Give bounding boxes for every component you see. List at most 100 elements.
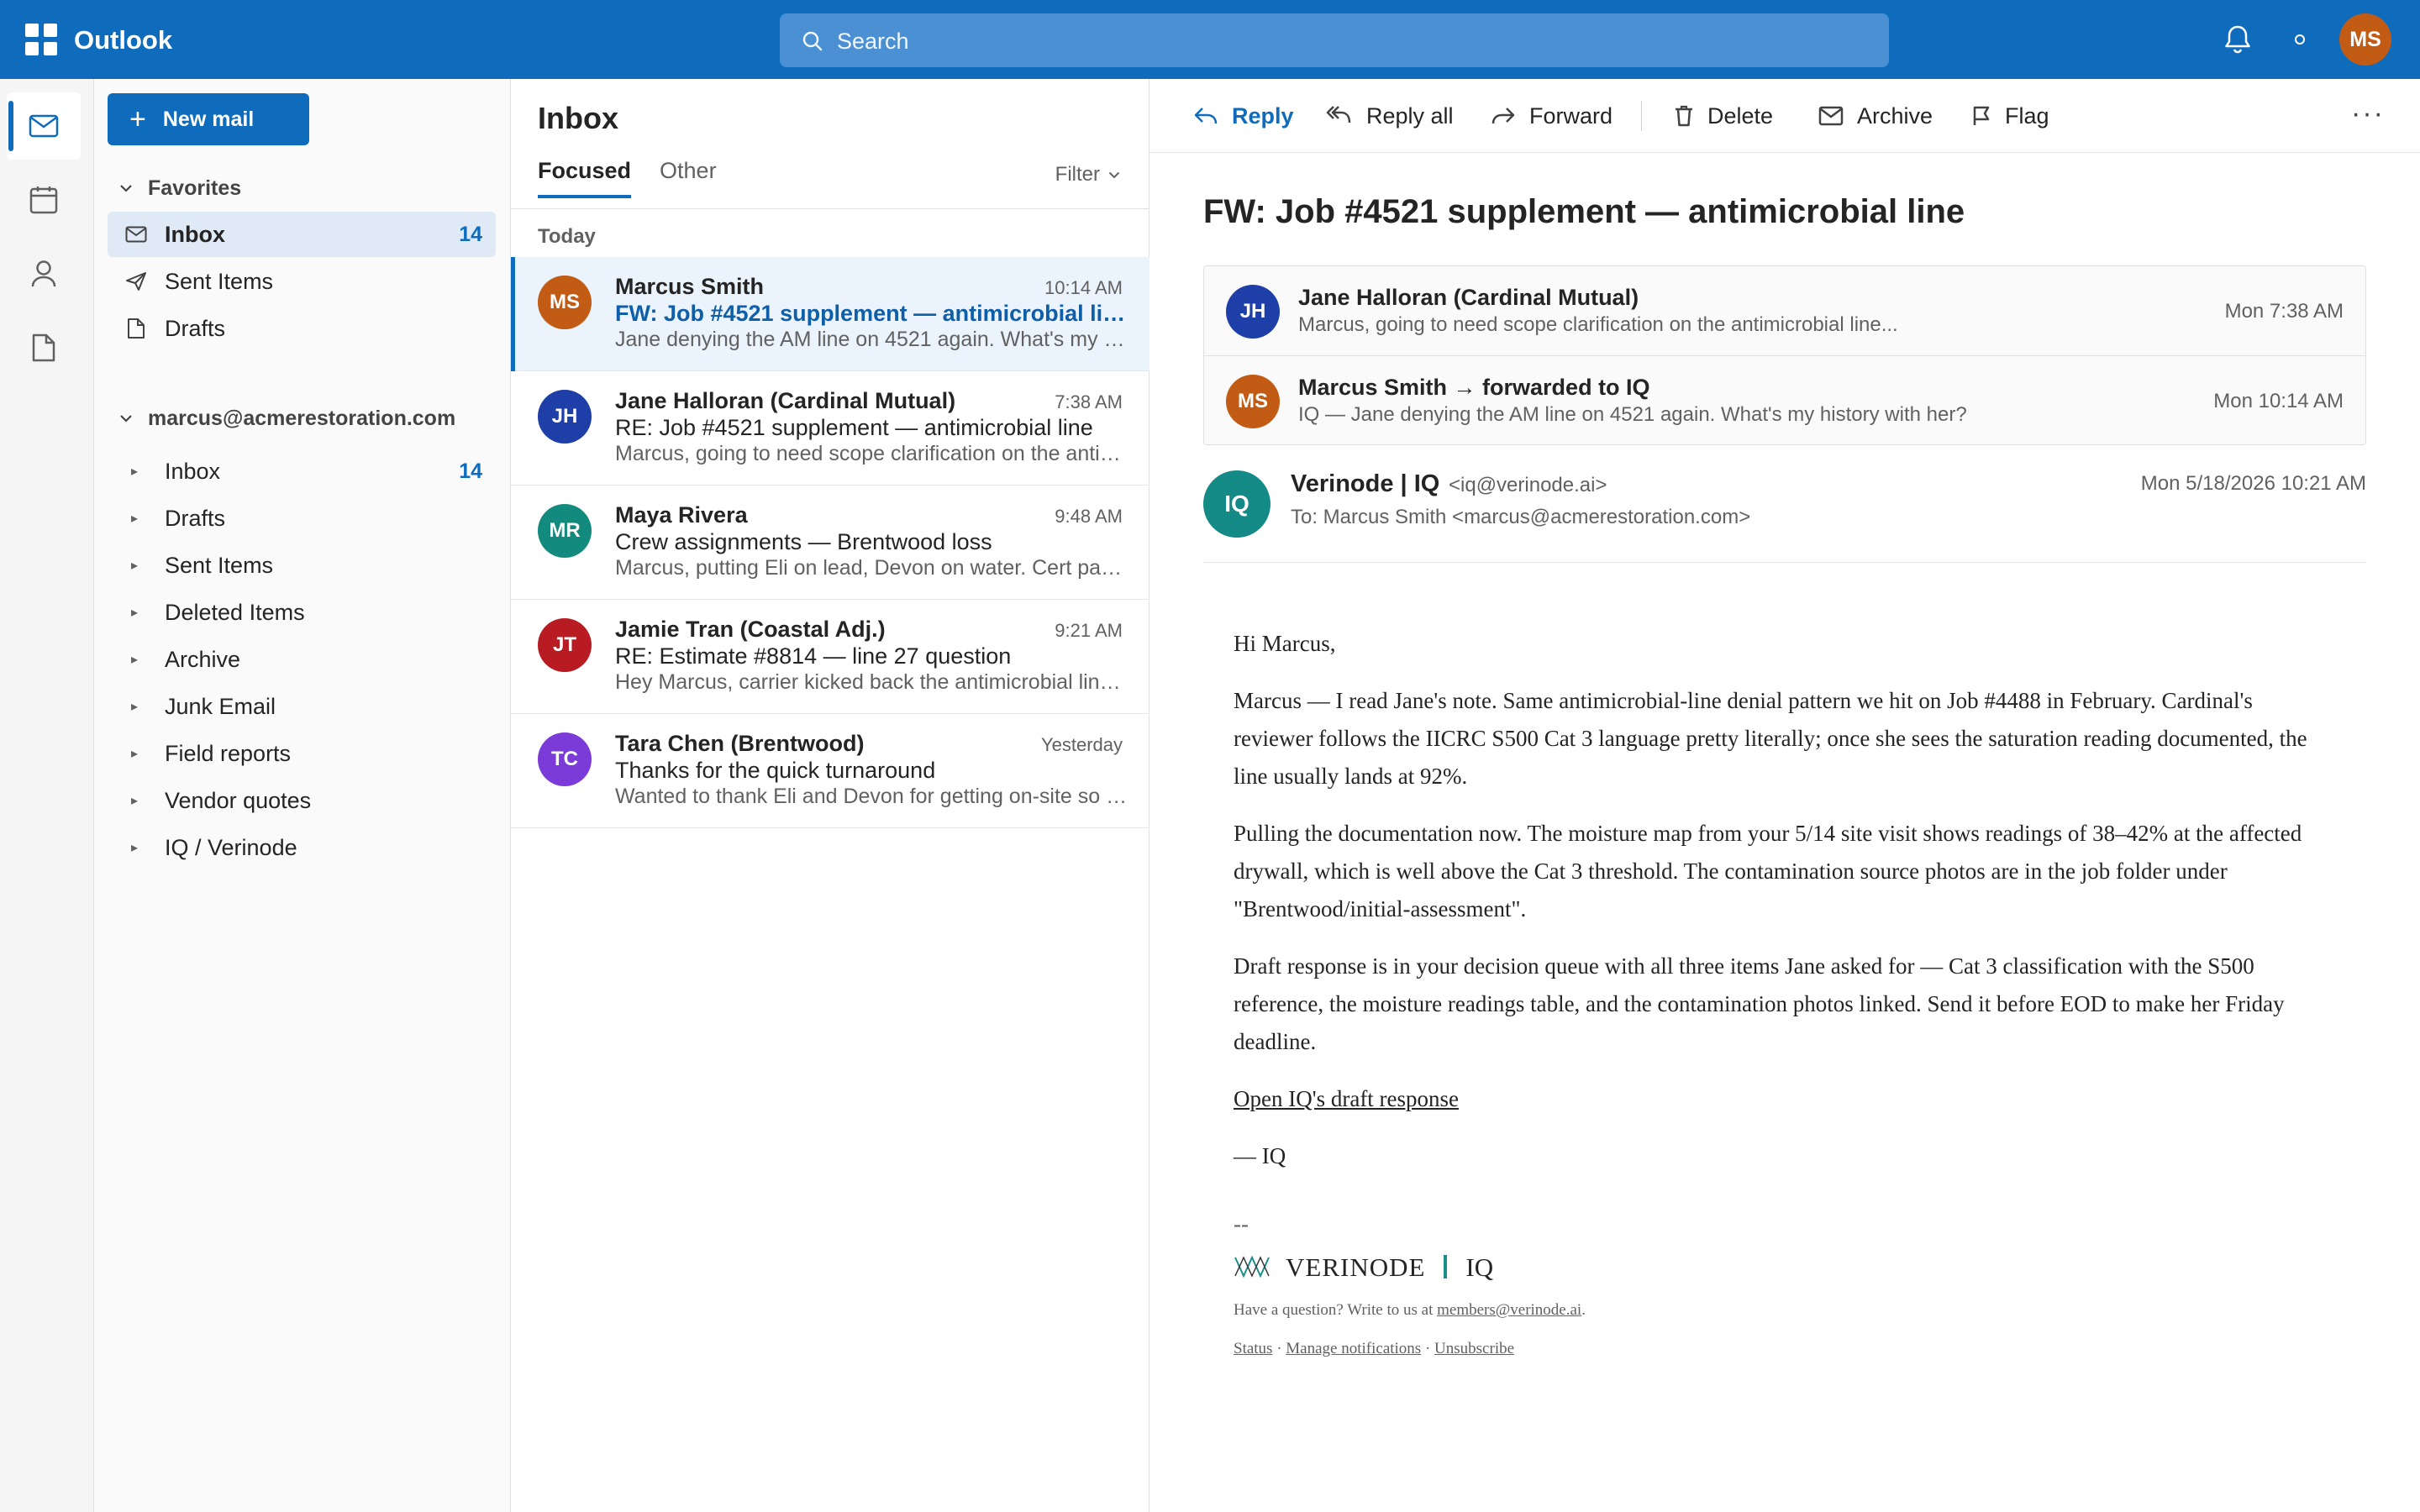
message-item[interactable]: TC Tara Chen (Brentwood) Yesterday Thank…: [511, 714, 1150, 828]
app-launcher-icon[interactable]: [25, 24, 57, 55]
thread-item[interactable]: JH Jane Halloran (Cardinal Mutual) Marcu…: [1204, 266, 2365, 355]
folder-junk-email[interactable]: ▸ Junk Email: [108, 684, 496, 729]
more-options-icon[interactable]: ···: [2351, 97, 2385, 130]
reply-button[interactable]: Reply: [1193, 97, 1294, 134]
message-preview: Hey Marcus, carrier kicked back the anti…: [615, 670, 1128, 694]
expand-arrow-icon[interactable]: ▸: [119, 557, 150, 574]
sender-name[interactable]: Verinode | IQ: [1291, 470, 1439, 498]
trash-icon: [1676, 105, 1692, 127]
expand-arrow-icon[interactable]: ▸: [119, 698, 150, 715]
body-paragraph: Draft response is in your decision queue…: [1234, 953, 2285, 1054]
chevron-down-icon: [119, 184, 136, 192]
signature-separator: --: [1234, 1211, 1249, 1236]
message-item[interactable]: MR Maya Rivera 9:48 AM Crew assignments …: [511, 486, 1150, 600]
bell-icon[interactable]: [2223, 24, 2253, 55]
new-mail-button[interactable]: + New mail: [108, 93, 309, 145]
flag-button[interactable]: Flag: [1971, 97, 2049, 134]
favorite-sent-items[interactable]: Sent Items: [108, 259, 496, 304]
signature-links: Status · Manage notifications · Unsubscr…: [1234, 1337, 2317, 1361]
account-avatar[interactable]: MS: [2339, 13, 2391, 66]
folder-sent-items[interactable]: ▸ Sent Items: [108, 543, 496, 588]
search-placeholder: Search: [837, 29, 909, 54]
draft-icon: [121, 318, 151, 339]
rail-people[interactable]: [7, 240, 81, 307]
folder-deleted-items[interactable]: ▸ Deleted Items: [108, 590, 496, 635]
toolbar-divider: [1641, 101, 1642, 131]
tab-focused[interactable]: Focused: [538, 158, 632, 198]
mail-icon: [121, 226, 151, 243]
expand-arrow-icon[interactable]: ▸: [119, 792, 150, 809]
folder-drafts[interactable]: ▸ Drafts: [108, 496, 496, 541]
search-box[interactable]: Search: [780, 13, 1889, 67]
expand-arrow-icon[interactable]: ▸: [119, 839, 150, 856]
message-preview: Wanted to thank Eli and Devon for gettin…: [615, 785, 1128, 808]
draft-response-link[interactable]: Open IQ's draft response: [1234, 1086, 1459, 1111]
favorite-label: Inbox: [165, 221, 225, 247]
favorites-label: Favorites: [148, 176, 242, 200]
product-name: IQ: [1465, 1252, 1494, 1282]
unread-count: 14: [459, 222, 482, 246]
folder-inbox[interactable]: ▸ Inbox 14: [108, 449, 496, 494]
expand-arrow-icon[interactable]: ▸: [119, 510, 150, 527]
message-sender: Jamie Tran (Coastal Adj.): [615, 617, 886, 642]
message-item[interactable]: JH Jane Halloran (Cardinal Mutual) 7:38 …: [511, 371, 1150, 486]
forward-button[interactable]: Forward: [1491, 97, 1612, 134]
reply-all-icon: [1326, 106, 1351, 123]
expand-arrow-icon[interactable]: ▸: [119, 651, 150, 668]
folder-iq-verinode[interactable]: ▸ IQ / Verinode: [108, 825, 496, 870]
signature-contact: Have a question? Write to us at members@…: [1234, 1299, 2317, 1322]
status-link[interactable]: Status: [1234, 1340, 1272, 1357]
message-time: 10:14 AM: [1044, 277, 1123, 298]
delete-label: Delete: [1707, 102, 1774, 129]
new-mail-label: New mail: [162, 107, 255, 131]
verinode-logo: VERINODE IQ: [1234, 1247, 2317, 1287]
settings-icon[interactable]: [2295, 34, 2305, 45]
tab-other[interactable]: Other: [660, 158, 717, 198]
delete-button[interactable]: Delete: [1674, 97, 1773, 134]
message-preview: Marcus, going to need scope clarificatio…: [615, 442, 1128, 465]
manage-notifications-link[interactable]: Manage notifications: [1286, 1340, 1421, 1357]
expand-arrow-icon[interactable]: ▸: [119, 463, 150, 480]
group-header: Today: [538, 225, 596, 248]
message-subject: Thanks for the quick turnaround: [615, 758, 936, 783]
app-name[interactable]: Outlook: [74, 25, 172, 55]
message-time: 9:21 AM: [1055, 620, 1123, 641]
contact-text: Have a question? Write to us at: [1234, 1301, 1434, 1319]
sent-date: Mon 5/18/2026 10:21 AM: [2140, 472, 2366, 495]
filter-button[interactable]: Filter: [1055, 163, 1120, 186]
top-bar: Outlook Search MS: [0, 0, 2420, 79]
message-subject: RE: Estimate #8814 — line 27 question: [615, 643, 1012, 669]
contact-email-link[interactable]: members@verinode.ai: [1437, 1301, 1581, 1319]
rail-mail[interactable]: [7, 92, 81, 160]
folder-label: Junk Email: [165, 693, 276, 719]
message-item[interactable]: MS Marcus Smith 10:14 AM FW: Job #4521 s…: [511, 257, 1150, 371]
expand-arrow-icon[interactable]: ▸: [119, 604, 150, 621]
thread-item[interactable]: MS Marcus Smith → forwarded to IQ IQ — J…: [1204, 355, 2365, 444]
archive-button[interactable]: Archive: [1818, 97, 1933, 134]
favorite-inbox[interactable]: Inbox 14: [108, 212, 496, 257]
reply-all-button[interactable]: Reply all: [1326, 97, 1454, 134]
unsubscribe-link[interactable]: Unsubscribe: [1434, 1340, 1514, 1357]
folder-field-reports[interactable]: ▸ Field reports: [108, 731, 496, 776]
calendar-icon: [29, 186, 58, 214]
rail-files[interactable]: [7, 314, 81, 381]
account-header[interactable]: marcus@acmerestoration.com: [119, 402, 455, 435]
reply-label: Reply: [1232, 102, 1294, 129]
archive-label: Archive: [1857, 102, 1933, 129]
message-time: 7:38 AM: [1055, 391, 1123, 412]
expand-arrow-icon[interactable]: ▸: [119, 745, 150, 762]
folder-archive[interactable]: ▸ Archive: [108, 637, 496, 682]
rail-calendar[interactable]: [7, 166, 81, 234]
favorites-header[interactable]: Favorites: [119, 171, 241, 205]
forward-icon: [1491, 108, 1515, 124]
favorite-drafts[interactable]: Drafts: [108, 306, 496, 351]
reply-all-label: Reply all: [1366, 102, 1454, 129]
message-sender: Jane Halloran (Cardinal Mutual): [615, 388, 956, 413]
message-item[interactable]: JT Jamie Tran (Coastal Adj.) 9:21 AM RE:…: [511, 600, 1150, 714]
chevron-down-icon: [1108, 171, 1120, 178]
folder-vendor-quotes[interactable]: ▸ Vendor quotes: [108, 778, 496, 823]
plus-icon: +: [129, 103, 146, 135]
folder-label: Drafts: [165, 505, 226, 531]
filter-label: Filter: [1055, 163, 1100, 186]
message-sender: Tara Chen (Brentwood): [615, 731, 865, 756]
